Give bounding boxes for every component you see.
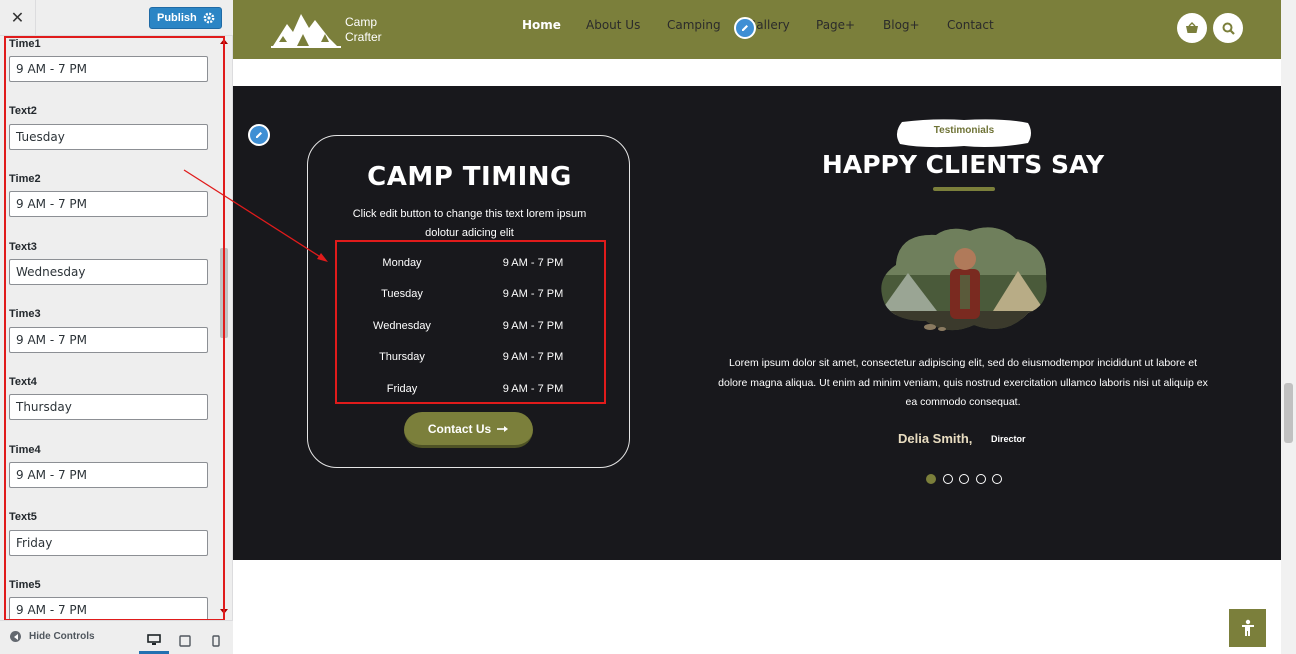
tablet-icon <box>179 635 191 647</box>
desc-line: Click edit button to change this text lo… <box>352 208 587 220</box>
publish-button[interactable]: Publish <box>149 7 222 29</box>
client-photo <box>881 227 1047 331</box>
site-preview: Camp Crafter Home About Us Camping Galle… <box>233 0 1281 654</box>
close-customizer-button[interactable]: ✕ <box>0 0 36 36</box>
slider-dot[interactable] <box>975 474 986 484</box>
nav-home[interactable]: Home <box>522 18 561 32</box>
logo-line2: Crafter <box>345 30 382 44</box>
testimonials-badge: Testimonials <box>933 125 995 136</box>
search-icon <box>1222 22 1235 35</box>
gear-icon[interactable] <box>203 12 215 24</box>
hide-controls-button[interactable]: Hide Controls <box>10 631 95 642</box>
page-scrollbar[interactable] <box>1281 0 1296 654</box>
nav-page[interactable]: Page+ <box>816 18 855 32</box>
nav-contact[interactable]: Contact <box>947 18 994 32</box>
site-logo-text[interactable]: Camp Crafter <box>345 15 382 45</box>
site-header: Camp Crafter Home About Us Camping Galle… <box>233 0 1281 59</box>
accessibility-button[interactable] <box>1229 609 1266 647</box>
nav-blog[interactable]: Blog+ <box>883 18 920 32</box>
camp-logo-icon[interactable] <box>271 8 341 50</box>
slider-dot[interactable] <box>992 474 1002 484</box>
customizer-header: ✕ Publish <box>0 0 233 36</box>
edit-shortcut-icon[interactable] <box>734 17 756 39</box>
mobile-icon <box>212 635 220 647</box>
timing-title: CAMP TIMING <box>367 162 572 192</box>
slider-dot[interactable] <box>942 474 953 484</box>
timing-description: Click edit button to change this text lo… <box>338 205 601 243</box>
contact-us-button[interactable]: Contact Us <box>404 412 533 448</box>
cart-button[interactable] <box>1177 13 1207 43</box>
basket-icon <box>1186 22 1198 33</box>
tablet-preview-button[interactable] <box>170 628 200 654</box>
highlight-box <box>4 36 225 621</box>
testimonials-title: HAPPY CLIENTS SAY <box>821 150 1105 179</box>
testimonial-line: ea commodo consequat. <box>905 396 1021 408</box>
logo-line1: Camp <box>345 15 378 29</box>
publish-label: Publish <box>157 12 197 24</box>
collapse-icon <box>10 631 21 642</box>
title-underline <box>933 187 995 191</box>
arrow-right-icon <box>497 425 509 432</box>
search-button[interactable] <box>1213 13 1243 43</box>
nav-about-us[interactable]: About Us <box>586 18 640 32</box>
slider-dot[interactable] <box>959 474 969 484</box>
customizer-footer: Hide Controls <box>0 620 233 654</box>
desktop-icon <box>147 633 161 645</box>
author-name: Delia Smith, <box>898 431 973 446</box>
mobile-preview-button[interactable] <box>201 628 231 654</box>
author-role: Director <box>991 434 1026 444</box>
hide-controls-label: Hide Controls <box>29 631 95 642</box>
page-scrollbar-thumb[interactable] <box>1284 383 1293 443</box>
highlight-box <box>335 240 606 404</box>
contact-us-label: Contact Us <box>427 421 492 436</box>
desktop-preview-button[interactable] <box>139 628 169 654</box>
testimonial-line: Lorem ipsum dolor sit amet, consectetur … <box>728 357 1198 369</box>
customizer-sidebar: ✕ Publish Time1 9 AM - 7 PM Text2 Tuesda… <box>0 0 233 654</box>
person-icon <box>1241 619 1254 636</box>
nav-camping[interactable]: Camping <box>667 18 721 32</box>
edit-shortcut-icon[interactable] <box>248 124 270 146</box>
testimonial-line: dolore magna aliqua. Ut enim ad minim ve… <box>718 376 1208 389</box>
testimonial-text: Lorem ipsum dolor sit amet, consectetur … <box>703 354 1223 413</box>
slider-dot[interactable] <box>926 474 936 484</box>
